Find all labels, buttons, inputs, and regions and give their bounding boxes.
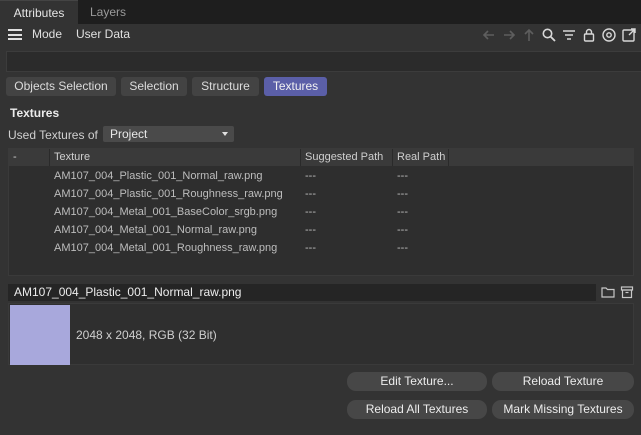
folder-icon[interactable] [601, 285, 615, 299]
texture-name: AM107_004_Metal_001_Normal_raw.png [54, 224, 258, 236]
new-window-icon[interactable] [621, 27, 637, 43]
real-path: --- [397, 224, 408, 236]
edit-texture-button[interactable]: Edit Texture... [347, 372, 487, 391]
filter-icon[interactable] [561, 27, 577, 43]
texture-path-field[interactable]: AM107_004_Plastic_001_Normal_raw.png [8, 284, 596, 301]
texture-name: AM107_004_Plastic_001_Roughness_raw.png [54, 188, 283, 200]
real-path: --- [397, 170, 408, 182]
section-title: Textures [10, 106, 60, 120]
table-row[interactable]: AM107_004_Plastic_001_Roughness_raw.png … [9, 185, 633, 203]
menu-mode[interactable]: Mode [32, 27, 62, 41]
subtab-textures[interactable]: Textures [264, 77, 327, 96]
texture-name: AM107_004_Metal_001_BaseColor_srgb.png [54, 206, 278, 218]
column-header-texture[interactable]: Texture [50, 149, 301, 166]
suggested-path: --- [305, 242, 316, 254]
panel-tab-bar: Attributes Layers [0, 0, 641, 24]
lock-icon[interactable] [581, 27, 597, 43]
arrow-right-icon[interactable] [501, 27, 517, 43]
table-header: - Texture Suggested Path Real Path [9, 149, 633, 166]
texture-preview: 2048 x 2048, RGB (32 Bit) [8, 303, 634, 365]
subtab-structure[interactable]: Structure [192, 77, 259, 96]
chevron-down-icon [222, 132, 228, 136]
table-row[interactable]: AM107_004_Metal_001_Roughness_raw.png --… [9, 239, 633, 257]
real-path: --- [397, 242, 408, 254]
table-row[interactable]: AM107_004_Plastic_001_Normal_raw.png ---… [9, 167, 633, 185]
search-icon[interactable] [541, 27, 557, 43]
texture-name: AM107_004_Metal_001_Roughness_raw.png [54, 242, 278, 254]
texture-thumbnail [10, 305, 70, 365]
used-textures-label: Used Textures of [8, 128, 98, 142]
dropdown-value: Project [110, 127, 148, 141]
tab-attributes[interactable]: Attributes [0, 0, 78, 24]
menu-user-data[interactable]: User Data [76, 27, 130, 41]
mark-missing-textures-button[interactable]: Mark Missing Textures [492, 400, 634, 419]
texture-table: - Texture Suggested Path Real Path AM107… [8, 148, 634, 276]
real-path: --- [397, 206, 408, 218]
hamburger-menu-icon[interactable] [8, 29, 22, 40]
tab-layers[interactable]: Layers [80, 0, 136, 24]
suggested-path: --- [305, 188, 316, 200]
suggested-path: --- [305, 170, 316, 182]
texture-info: 2048 x 2048, RGB (32 Bit) [76, 328, 217, 342]
subtab-selection[interactable]: Selection [121, 77, 187, 96]
real-path: --- [397, 188, 408, 200]
arrow-up-icon[interactable] [521, 27, 537, 43]
table-row[interactable]: AM107_004_Metal_001_Normal_raw.png --- -… [9, 221, 633, 239]
subtab-objects-selection[interactable]: Objects Selection [6, 77, 116, 96]
column-header-suggested-path[interactable]: Suggested Path [301, 149, 393, 166]
arrow-left-icon[interactable] [481, 27, 497, 43]
used-textures-dropdown[interactable]: Project [103, 126, 234, 142]
reload-texture-button[interactable]: Reload Texture [492, 372, 634, 391]
reload-all-textures-button[interactable]: Reload All Textures [347, 400, 487, 419]
column-header-real-path[interactable]: Real Path [393, 149, 449, 166]
search-input[interactable] [6, 51, 641, 72]
suggested-path: --- [305, 206, 316, 218]
archive-icon[interactable] [620, 285, 634, 299]
texture-name: AM107_004_Plastic_001_Normal_raw.png [54, 170, 263, 182]
table-row[interactable]: AM107_004_Metal_001_BaseColor_srgb.png -… [9, 203, 633, 221]
menu-bar: Mode User Data [0, 24, 641, 46]
suggested-path: --- [305, 224, 316, 236]
column-header-flag[interactable]: - [9, 149, 50, 166]
target-icon[interactable] [601, 27, 617, 43]
